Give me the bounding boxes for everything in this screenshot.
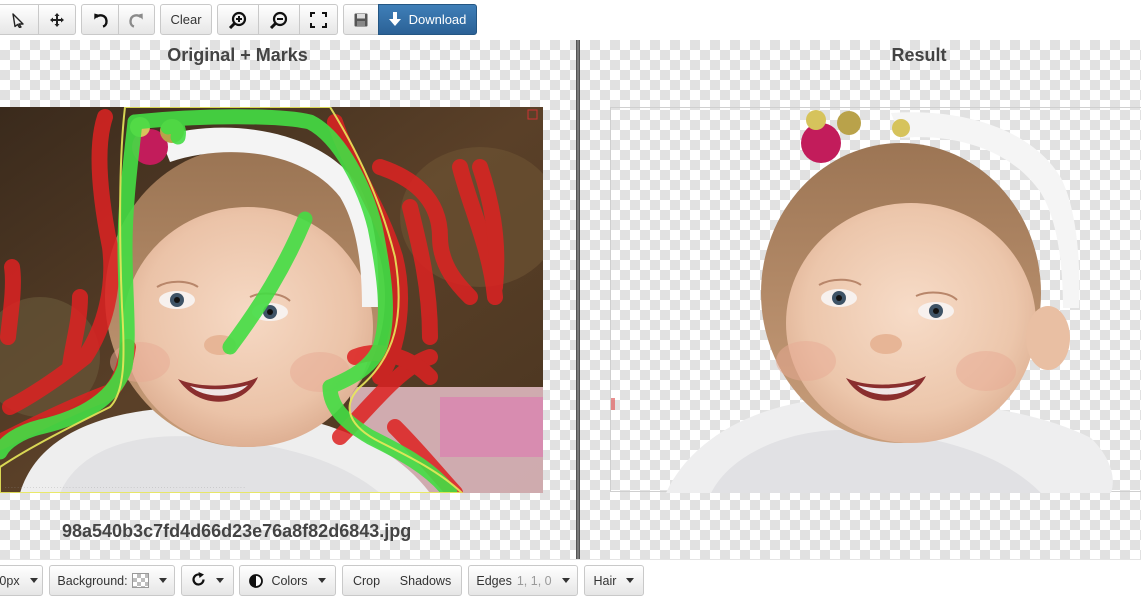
transparent-swatch-icon bbox=[131, 573, 149, 588]
shadows-button[interactable]: Shadows bbox=[390, 565, 462, 596]
bottom-toolbar: 0px Background: Colors Crop Shadows Edge… bbox=[0, 559, 1141, 599]
download-arrow-icon bbox=[388, 12, 401, 27]
rotate-dropdown[interactable] bbox=[181, 565, 234, 596]
clear-button[interactable]: Clear bbox=[160, 4, 212, 35]
result-pane-title: Result bbox=[891, 45, 947, 65]
hair-dropdown[interactable]: Hair bbox=[584, 565, 644, 596]
zoom-out-button[interactable] bbox=[258, 4, 300, 35]
zoom-in-icon bbox=[228, 11, 248, 29]
colors-dropdown[interactable]: Colors bbox=[239, 565, 336, 596]
save-button[interactable] bbox=[343, 4, 379, 35]
contrast-icon bbox=[249, 573, 264, 588]
chevron-down-icon bbox=[29, 578, 38, 583]
original-pane-title: Original + Marks bbox=[167, 45, 308, 65]
image-filename: 98a540b3c7fd4d66d23e76a8f82d6843.jpg bbox=[62, 521, 412, 541]
select-arrow-icon bbox=[10, 12, 26, 28]
result-pane[interactable]: Result bbox=[580, 40, 1141, 559]
chevron-down-icon bbox=[626, 578, 635, 583]
original-photo-canvas[interactable]: · · · · · · · · · · · · · · · · · · · · … bbox=[0, 107, 543, 493]
crop-button[interactable]: Crop bbox=[342, 565, 391, 596]
undo-icon bbox=[92, 12, 109, 28]
chevron-down-icon bbox=[561, 578, 570, 583]
background-label: Background: bbox=[57, 573, 128, 588]
redo-icon bbox=[128, 12, 145, 28]
edges-value: 1, 1, 0 bbox=[516, 573, 552, 588]
chevron-down-icon bbox=[317, 578, 326, 583]
hair-label: Hair bbox=[593, 573, 617, 588]
rotate-icon bbox=[191, 571, 206, 590]
move-cross-icon bbox=[49, 12, 65, 28]
top-toolbar: Clear Download bbox=[0, 0, 1141, 40]
svg-text:· · · · · · · · · · · · · · ·: · · · · · · · · · · · · · · · · · · · · … bbox=[5, 485, 245, 491]
download-button[interactable]: Download bbox=[378, 4, 477, 35]
edges-dropdown[interactable]: Edges 1, 1, 0 bbox=[468, 565, 578, 596]
undo-button[interactable] bbox=[81, 4, 119, 35]
move-tool-button[interactable] bbox=[38, 4, 76, 35]
colors-label: Colors bbox=[271, 573, 308, 588]
select-tool-button[interactable] bbox=[0, 4, 39, 35]
background-dropdown[interactable]: Background: bbox=[49, 565, 175, 596]
zoom-out-icon bbox=[269, 11, 289, 29]
edges-label: Edges bbox=[476, 573, 512, 588]
brush-size-value: 0px bbox=[0, 573, 20, 588]
chevron-down-icon bbox=[216, 578, 224, 583]
download-label: Download bbox=[408, 12, 467, 27]
original-marks-pane[interactable]: Original + Marks · · · · · · · · · · · ·… bbox=[0, 40, 577, 559]
save-icon bbox=[354, 13, 368, 27]
zoom-in-button[interactable] bbox=[217, 4, 259, 35]
redo-button[interactable] bbox=[118, 4, 155, 35]
chevron-down-icon bbox=[158, 578, 167, 583]
workspace: Original + Marks · · · · · · · · · · · ·… bbox=[0, 40, 1141, 559]
app: Clear Download Original + Marks · · · · … bbox=[0, 0, 1141, 599]
brush-size-dropdown[interactable]: 0px bbox=[0, 565, 43, 596]
fit-screen-icon bbox=[310, 11, 327, 28]
fit-screen-button[interactable] bbox=[299, 4, 338, 35]
result-frame[interactable] bbox=[610, 107, 1141, 493]
